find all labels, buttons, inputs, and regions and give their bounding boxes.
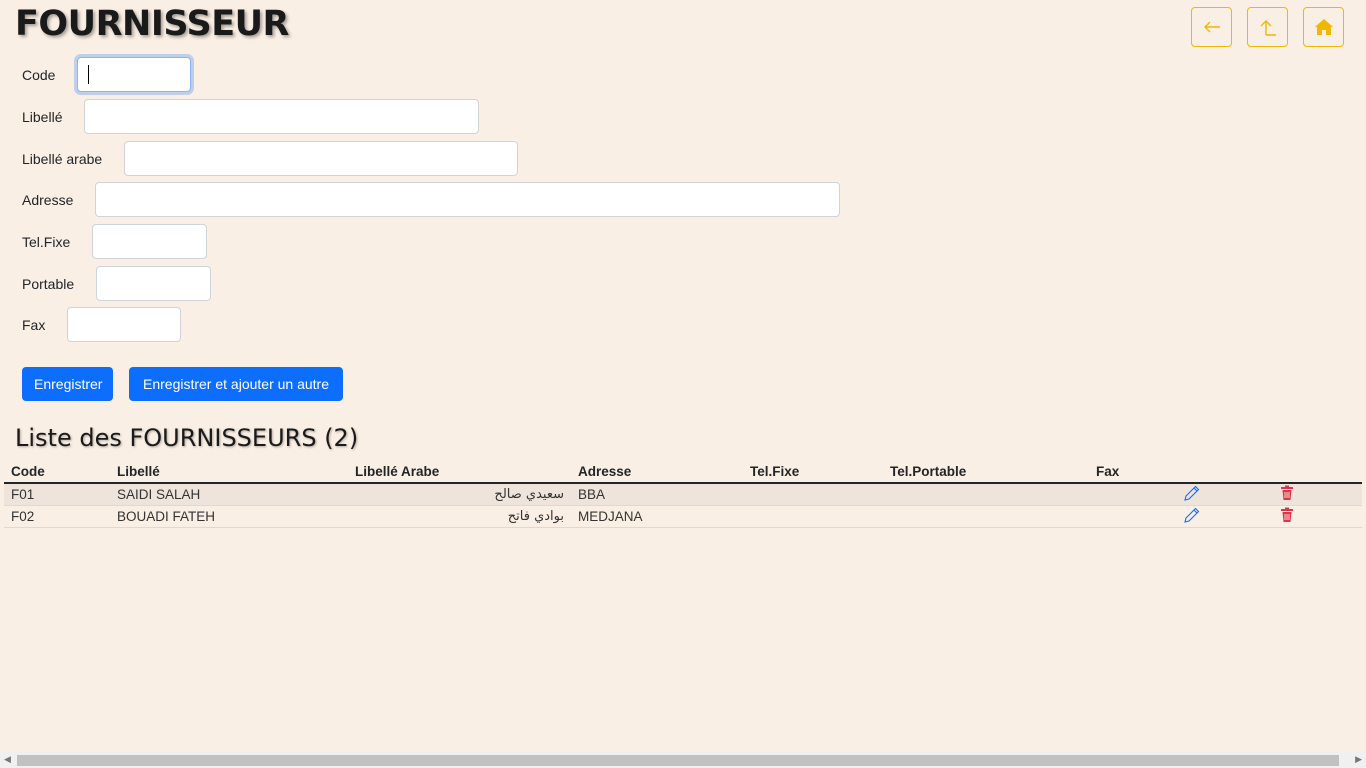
table-row: F02 BOUADI FATEH بوادي فاتح MEDJANA	[4, 505, 1362, 528]
code-row: Code	[22, 57, 192, 92]
libelle-field[interactable]	[84, 99, 480, 134]
col-delete	[1273, 461, 1362, 484]
trash-icon[interactable]	[1280, 507, 1294, 523]
fax-row: Fax	[22, 307, 182, 342]
list-title: Liste des FOURNISSEURS (2)	[15, 424, 359, 452]
col-tel-fixe[interactable]: Tel.Fixe	[743, 461, 883, 484]
code-label: Code	[22, 66, 56, 83]
scroll-right-icon[interactable]: ▶	[1355, 755, 1362, 765]
libelle-label: Libellé	[22, 108, 63, 125]
code-field[interactable]	[77, 57, 192, 92]
scrollbar-thumb[interactable]	[17, 755, 1339, 766]
cell-tel-fixe	[743, 505, 883, 528]
tel-fixe-field[interactable]	[92, 224, 208, 259]
arrow-left-icon	[1203, 21, 1220, 33]
trash-icon[interactable]	[1280, 485, 1294, 501]
home-icon	[1314, 19, 1333, 35]
tel-fixe-label: Tel.Fixe	[22, 233, 71, 250]
up-button[interactable]	[1247, 7, 1288, 47]
cell-adresse: BBA	[571, 483, 743, 506]
portable-row: Portable	[22, 266, 212, 301]
save-button[interactable]: Enregistrer	[22, 367, 113, 401]
col-libelle[interactable]: Libellé	[110, 461, 348, 484]
libelle-row: Libellé	[22, 99, 480, 134]
cell-libelle-arabe: سعيدي صالح	[348, 483, 571, 506]
page-title: FOURNISSEUR	[15, 4, 289, 44]
adresse-label: Adresse	[22, 191, 74, 208]
adresse-row: Adresse	[22, 182, 841, 217]
cell-fax	[1089, 505, 1177, 528]
cell-tel-portable	[883, 483, 1089, 506]
col-libelle-arabe[interactable]: Libellé Arabe	[348, 461, 571, 484]
cell-adresse: MEDJANA	[571, 505, 743, 528]
horizontal-scrollbar[interactable]: ◀ ▶	[0, 752, 1366, 768]
portable-label: Portable	[22, 275, 75, 292]
arrow-up-icon	[1260, 20, 1276, 36]
cell-libelle: SAIDI SALAH	[110, 483, 348, 506]
col-edit	[1177, 461, 1273, 484]
table-header-row: Code Libellé Libellé Arabe Adresse Tel.F…	[4, 461, 1362, 484]
text-caret	[88, 65, 89, 84]
fax-label: Fax	[22, 316, 46, 333]
libelle-arabe-field[interactable]	[124, 141, 519, 176]
tel-fixe-row: Tel.Fixe	[22, 224, 208, 259]
edit-cell	[1177, 505, 1273, 528]
libelle-arabe-label: Libellé arabe	[22, 150, 103, 167]
cell-libelle-arabe: بوادي فاتح	[348, 505, 571, 528]
cell-tel-fixe	[743, 483, 883, 506]
cell-code: F02	[4, 505, 110, 528]
table-row: F01 SAIDI SALAH سعيدي صالح BBA	[4, 483, 1362, 506]
delete-cell	[1273, 505, 1362, 528]
scroll-left-icon[interactable]: ◀	[4, 755, 11, 765]
portable-field[interactable]	[96, 266, 212, 301]
pencil-icon[interactable]	[1184, 485, 1200, 501]
fax-field[interactable]	[67, 307, 182, 342]
libelle-arabe-row: Libellé arabe	[22, 141, 519, 176]
cell-libelle: BOUADI FATEH	[110, 505, 348, 528]
cell-code: F01	[4, 483, 110, 506]
back-button[interactable]	[1191, 7, 1232, 47]
col-fax[interactable]: Fax	[1089, 461, 1177, 484]
col-tel-portable[interactable]: Tel.Portable	[883, 461, 1089, 484]
adresse-field[interactable]	[95, 182, 841, 217]
col-adresse[interactable]: Adresse	[571, 461, 743, 484]
suppliers-table: Code Libellé Libellé Arabe Adresse Tel.F…	[4, 461, 1362, 528]
home-button[interactable]	[1303, 7, 1344, 47]
col-code[interactable]: Code	[4, 461, 110, 484]
cell-tel-portable	[883, 505, 1089, 528]
delete-cell	[1273, 483, 1362, 506]
pencil-icon[interactable]	[1184, 507, 1200, 523]
edit-cell	[1177, 483, 1273, 506]
save-and-add-button[interactable]: Enregistrer et ajouter un autre	[129, 367, 343, 401]
cell-fax	[1089, 483, 1177, 506]
